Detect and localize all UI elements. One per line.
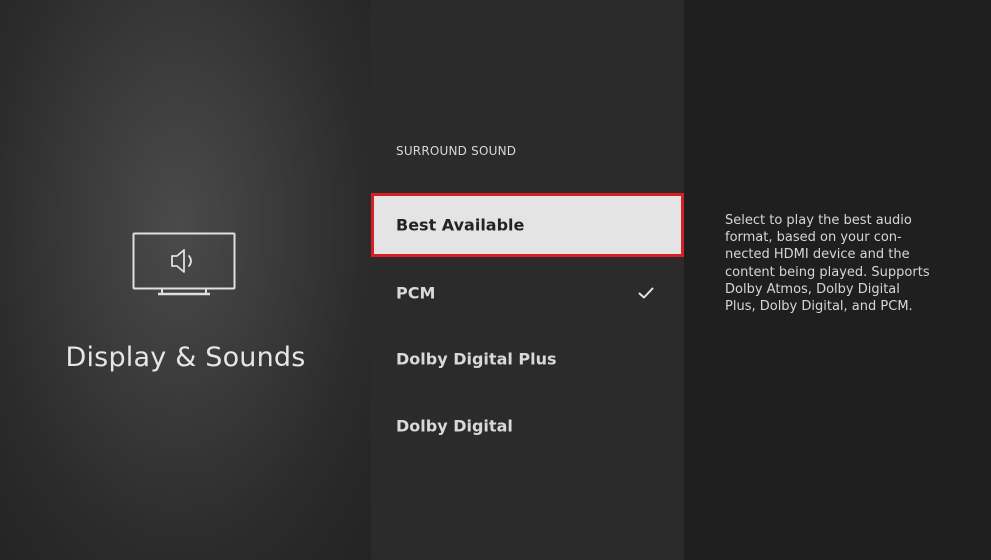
option-label: Best Available xyxy=(396,215,525,235)
settings-screen: Display & Sounds SURROUND SOUND Best Ava… xyxy=(0,0,991,560)
option-label: Dolby Digital xyxy=(396,416,513,436)
option-dolby-digital[interactable]: Dolby Digital xyxy=(371,394,684,458)
option-best-available[interactable]: Best Available xyxy=(371,193,684,257)
category-title: Display & Sounds xyxy=(65,342,306,373)
category-panel: Display & Sounds xyxy=(0,0,371,560)
checkmark-icon xyxy=(638,287,654,299)
option-pcm[interactable]: PCM xyxy=(371,261,684,325)
option-label: Dolby Digital Plus xyxy=(396,349,557,369)
description-panel: Select to play the best audio format, ba… xyxy=(684,0,991,560)
section-header: SURROUND SOUND xyxy=(396,144,517,158)
tv-speaker-icon xyxy=(132,232,236,296)
option-dolby-digital-plus[interactable]: Dolby Digital Plus xyxy=(371,327,684,391)
options-panel: SURROUND SOUND Best Available PCM Dolby … xyxy=(371,0,684,560)
option-description: Select to play the best audio format, ba… xyxy=(725,213,930,315)
option-label: PCM xyxy=(396,283,436,303)
